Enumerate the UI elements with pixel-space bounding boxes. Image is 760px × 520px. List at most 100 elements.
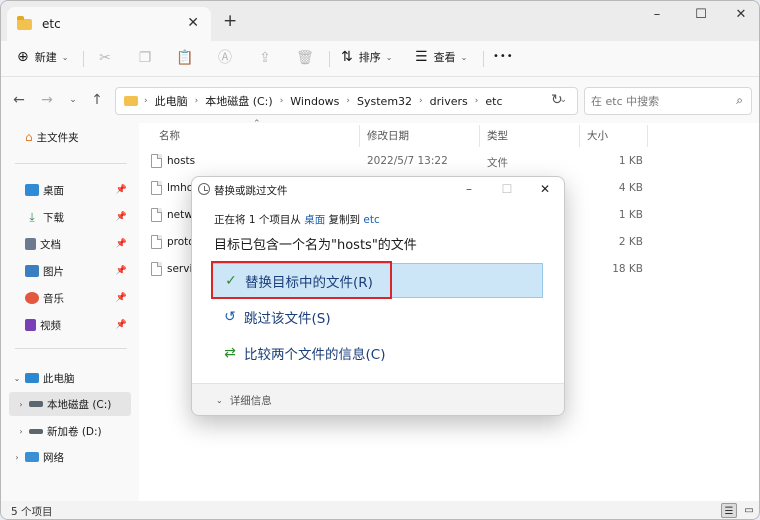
minimize-button[interactable]: – <box>635 5 679 25</box>
compare-icon: ⇄ <box>224 344 236 361</box>
music-icon <box>25 292 39 304</box>
chevron-right-icon: › <box>194 96 199 106</box>
file-icon <box>151 154 162 168</box>
destination-link[interactable]: etc <box>363 214 379 226</box>
skip-label: 跳过该文件(S) <box>244 310 331 327</box>
breadcrumb-etc[interactable]: etc <box>485 95 502 108</box>
search-box[interactable]: ⌕ <box>584 87 752 115</box>
rename-icon[interactable]: Ⓐ <box>213 47 237 69</box>
refresh-icon[interactable]: ↻ <box>551 92 563 108</box>
breadcrumb-c-drive[interactable]: 本地磁盘 (C:) <box>205 93 272 109</box>
divider <box>15 348 127 349</box>
chevron-right-icon[interactable]: › <box>13 427 29 436</box>
column-header-name[interactable]: 名称 <box>159 128 180 143</box>
sidebar-item-label: 图片 <box>43 265 64 278</box>
folder-icon <box>124 96 138 106</box>
pin-icon[interactable]: 📌 <box>116 266 127 276</box>
replace-option[interactable]: ✓ 替换目标中的文件(R) <box>212 263 543 298</box>
sidebar-item-music[interactable]: 音乐 📌 <box>1 286 131 310</box>
tab-close-icon[interactable]: ✕ <box>187 15 199 31</box>
sidebar-item-pictures[interactable]: 图片 📌 <box>1 259 131 283</box>
column-header-date[interactable]: 修改日期 <box>367 128 409 143</box>
new-button[interactable]: ⊕ 新建 ⌄ <box>17 49 68 65</box>
skip-option[interactable]: ↺ 跳过该文件(S) <box>212 299 543 334</box>
search-input[interactable] <box>591 94 731 108</box>
more-options-button[interactable]: ••• <box>493 51 514 62</box>
sidebar-item-videos[interactable]: 视频 📌 <box>1 313 131 337</box>
more-details-label: 详细信息 <box>229 395 272 407</box>
pin-icon[interactable]: 📌 <box>116 185 127 195</box>
column-header-type[interactable]: 类型 <box>487 128 508 143</box>
divider <box>83 51 84 67</box>
chevron-down-icon[interactable]: ⌄ <box>9 374 25 383</box>
recent-chevron-icon[interactable]: ⌄ <box>63 95 83 105</box>
chevron-right-icon[interactable]: › <box>9 453 25 462</box>
file-icon <box>151 235 162 249</box>
address-bar[interactable]: › 此电脑 › 本地磁盘 (C:) › Windows › System32 ›… <box>115 87 578 115</box>
file-icon <box>151 208 162 222</box>
new-tab-button[interactable]: + <box>223 11 237 31</box>
sidebar-item-downloads[interactable]: ⤓ 下载 📌 <box>1 205 131 229</box>
document-icon <box>25 238 36 250</box>
breadcrumb-windows[interactable]: Windows <box>290 95 339 108</box>
compare-option[interactable]: ⇄ 比较两个文件的信息(C) <box>212 335 543 370</box>
video-icon <box>25 319 36 331</box>
more-details-button[interactable]: ⌄ 详细信息 <box>216 393 272 408</box>
chevron-right-icon[interactable]: › <box>13 400 29 409</box>
copy-icon[interactable]: ❐ <box>133 47 157 69</box>
source-link[interactable]: 桌面 <box>304 214 325 226</box>
sidebar-item-c-drive[interactable]: › 本地磁盘 (C:) <box>9 392 131 416</box>
sidebar-item-desktop[interactable]: 桌面 📌 <box>1 178 131 202</box>
tab-etc[interactable]: etc ✕ <box>7 7 211 41</box>
file-name: netw <box>167 209 193 221</box>
paste-icon[interactable]: 📋 <box>173 47 197 69</box>
forward-arrow-icon[interactable]: → <box>37 92 57 108</box>
up-arrow-icon[interactable]: ↑ <box>87 92 107 108</box>
dialog-minimize-button[interactable]: – <box>454 180 484 198</box>
sidebar-item-network[interactable]: › 网络 <box>1 445 131 469</box>
copy-summary: 正在将 1 个项目从 桌面 复制到 etc <box>214 214 380 226</box>
folder-icon <box>17 15 32 30</box>
chevron-right-icon: › <box>346 96 351 106</box>
sidebar-item-home[interactable]: ⌂ 主文件夹 <box>1 125 131 149</box>
address-row: ← → ⌄ ↑ › 此电脑 › 本地磁盘 (C:) › Windows › Sy… <box>1 77 759 123</box>
column-header-size[interactable]: 大小 <box>587 128 608 143</box>
chevron-down-icon: ⌄ <box>385 52 393 62</box>
sidebar-item-this-pc[interactable]: ⌄ 此电脑 <box>1 366 131 390</box>
sidebar-item-label: 桌面 <box>43 184 64 197</box>
pin-icon[interactable]: 📌 <box>116 212 127 222</box>
breadcrumb-drivers[interactable]: drivers <box>430 95 468 108</box>
close-window-button[interactable]: ✕ <box>719 5 759 25</box>
sidebar-item-documents[interactable]: 文档 📌 <box>1 232 131 256</box>
dialog-title: 替换或跳过文件 <box>214 185 288 197</box>
pictures-icon <box>25 265 39 277</box>
sidebar-item-d-drive[interactable]: › 新加卷 (D:) <box>9 419 131 443</box>
breadcrumb-this-pc[interactable]: 此电脑 <box>155 93 188 109</box>
breadcrumb-system32[interactable]: System32 <box>357 95 412 108</box>
sidebar-item-label: 新加卷 (D:) <box>47 425 102 438</box>
view-label: 查看 <box>433 51 456 64</box>
pin-icon[interactable]: 📌 <box>116 239 127 249</box>
share-icon[interactable]: ⇪ <box>253 47 277 69</box>
tiles-view-icon[interactable]: ▭ <box>741 503 757 518</box>
chevron-down-icon: ⌄ <box>216 396 223 405</box>
pin-icon[interactable]: 📌 <box>116 293 127 303</box>
pin-icon[interactable]: 📌 <box>116 320 127 330</box>
maximize-button[interactable]: ☐ <box>679 5 723 25</box>
chevron-down-icon: ⌄ <box>61 52 69 62</box>
dialog-close-button[interactable]: ✕ <box>530 180 560 198</box>
file-date: 2022/5/7 13:22 <box>367 155 448 167</box>
cut-icon[interactable]: ✂ <box>93 47 117 69</box>
delete-icon[interactable]: 🗑 <box>293 47 317 69</box>
sort-button[interactable]: ⇅ 排序 ⌄ <box>341 49 392 65</box>
details-view-icon[interactable]: ☰ <box>721 503 737 518</box>
sort-icon: ⇅ <box>341 49 353 65</box>
new-label: 新建 <box>34 51 57 64</box>
navigation-pane: ⌂ 主文件夹 桌面 📌 ⤓ 下载 📌 文档 📌 图片 📌 音乐 📌 视频 📌 ⌄… <box>1 123 139 501</box>
back-arrow-icon[interactable]: ← <box>9 92 29 108</box>
computer-icon <box>25 373 39 383</box>
table-row[interactable]: hosts 2022/5/7 13:22 文件 1 KB <box>139 149 759 176</box>
home-icon: ⌂ <box>25 130 33 144</box>
sidebar-item-label: 主文件夹 <box>36 131 79 144</box>
view-button[interactable]: ☰ 查看 ⌄ <box>415 49 467 65</box>
